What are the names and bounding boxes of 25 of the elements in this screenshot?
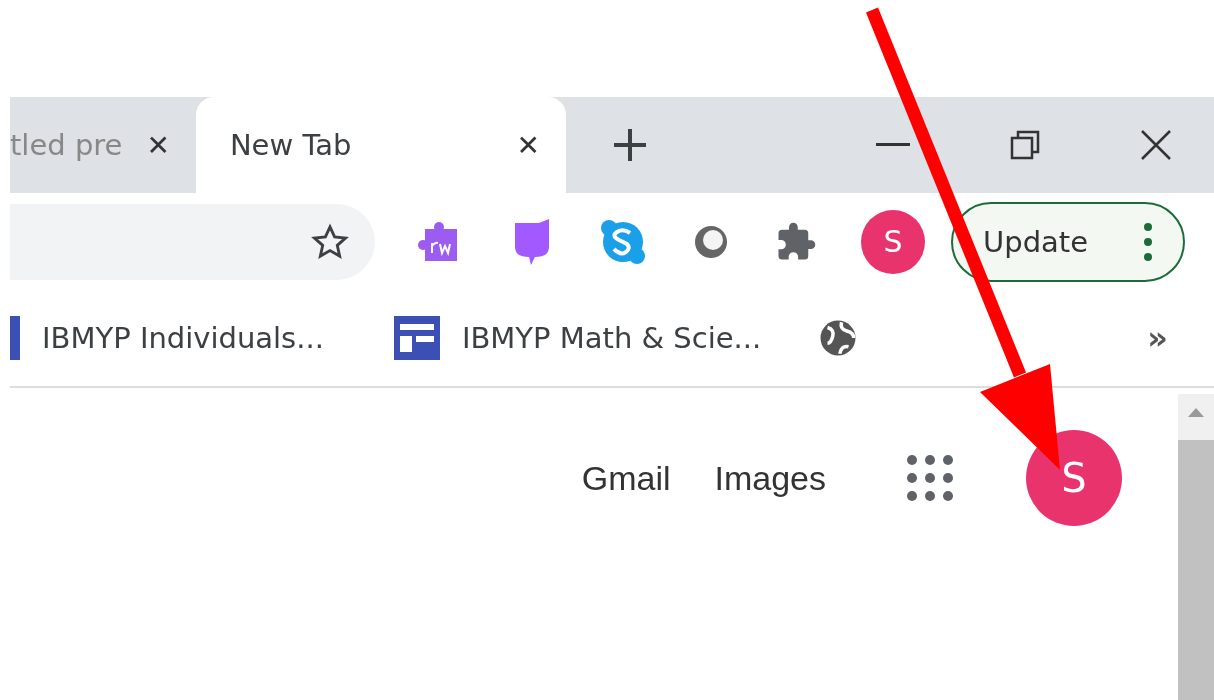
skype-icon[interactable] xyxy=(599,217,647,266)
bookmark[interactable]: IBMYP Math & Scie... xyxy=(393,316,762,360)
bookmarks-overflow-button[interactable]: » xyxy=(1147,319,1168,357)
browser-tab[interactable]: tled pre ✕ xyxy=(10,97,196,193)
close-tab-button[interactable]: ✕ xyxy=(516,128,540,162)
update-button[interactable]: Update xyxy=(951,201,1185,282)
close-icon[interactable] xyxy=(1140,129,1172,161)
header-link[interactable]: Images xyxy=(714,458,826,498)
tab-title: New Tab xyxy=(229,128,352,162)
header-link[interactable]: Gmail xyxy=(581,458,671,498)
apps-grid-icon[interactable] xyxy=(906,454,954,502)
layout-icon xyxy=(393,316,440,360)
profile-avatar[interactable]: S xyxy=(861,209,925,274)
browser-tab[interactable]: New Tab ✕ xyxy=(195,97,566,193)
tab-title: tled pre xyxy=(10,128,123,162)
bookmark-icon xyxy=(10,316,20,360)
minimize-icon[interactable] xyxy=(876,143,910,147)
close-tab-button[interactable]: ✕ xyxy=(146,128,170,162)
star-icon[interactable] xyxy=(311,222,349,261)
scrollbar-thumb[interactable] xyxy=(1178,440,1214,700)
more-icon[interactable] xyxy=(1143,221,1153,262)
bookmark[interactable]: IBMYP Individuals... xyxy=(10,316,324,360)
scrollbar[interactable] xyxy=(1178,394,1214,700)
restore-icon[interactable] xyxy=(1010,130,1040,160)
account-avatar[interactable]: S xyxy=(1026,430,1122,526)
